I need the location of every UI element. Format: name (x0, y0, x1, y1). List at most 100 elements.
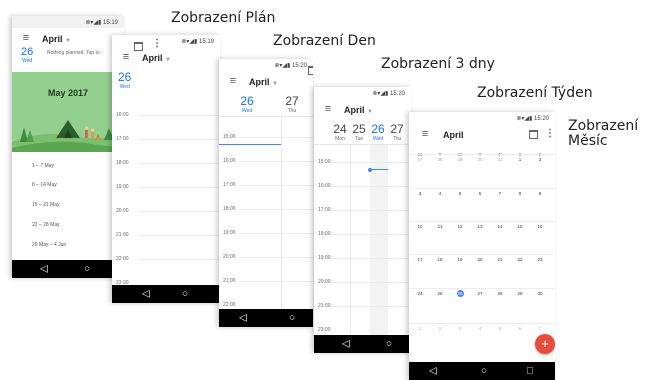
month-day-cell[interactable]: 5 (452, 191, 468, 196)
month-day-cell[interactable]: 2 (532, 157, 548, 162)
day-number: 26 (118, 70, 132, 84)
grid-line (330, 258, 411, 259)
grid-line (239, 161, 313, 162)
month-day-cell[interactable]: 9 (532, 191, 548, 196)
month-day-cell[interactable]: 8 (512, 191, 528, 196)
month-day-cell[interactable]: 25 (432, 291, 448, 296)
day-header[interactable]: 26 Wed (118, 70, 132, 91)
month-day-cell[interactable]: 1 (512, 157, 528, 162)
month-title[interactable]: April ▼ (249, 77, 278, 87)
week-item[interactable]: 8 – 14 May (32, 182, 57, 188)
hamburger-menu-icon[interactable]: ≡ (318, 103, 338, 117)
top-bar: ≡ April ⋮ (409, 124, 555, 144)
day-column-header[interactable]: 26 Wed (370, 123, 386, 144)
day-column-header[interactable]: 26 Wed (237, 95, 257, 116)
back-button[interactable]: ◁ (40, 264, 48, 275)
month-day-cell[interactable]: 30 (472, 157, 488, 162)
month-day-cell[interactable]: 27 (412, 157, 428, 162)
month-day-cell[interactable]: 13 (472, 224, 488, 229)
month-title[interactable]: April (443, 130, 464, 140)
month-day-cell[interactable]: 23 (532, 257, 548, 262)
hamburger-menu-icon[interactable]: ≡ (223, 75, 243, 89)
month-day-cell[interactable]: 4 (472, 326, 488, 331)
month-day-cell[interactable]: 7 (492, 191, 508, 196)
day-column-header[interactable]: 25 Tue (351, 123, 367, 144)
month-day-cell[interactable]: 2 (432, 326, 448, 331)
month-day-cell[interactable]: 28 (492, 291, 508, 296)
month-day-cell[interactable]: 20 (472, 257, 488, 262)
calendar-today-icon[interactable] (134, 42, 143, 51)
month-day-cell[interactable]: 15 (512, 224, 528, 229)
grid-line (330, 210, 411, 211)
back-button[interactable]: ◁ (239, 313, 247, 324)
month-day-cell[interactable]: 10 (412, 224, 428, 229)
month-day-cell[interactable]: 6 (512, 326, 528, 331)
home-button[interactable]: ○ (182, 289, 188, 300)
week-item[interactable]: 29 May – 4 Jun (32, 242, 66, 248)
day-column-header[interactable]: 27 Thu (389, 123, 405, 144)
back-button[interactable]: ◁ (342, 339, 350, 350)
status-bar: ⊗▾◢▮ 15:20 (274, 63, 307, 69)
month-day-cell[interactable]: 19 (452, 257, 468, 262)
screen-week: ⊗▾◢▮ 15:20 ≡ April ▼ 24 Mon 25 Tue 26 We… (314, 87, 411, 353)
label-plan-view: Zobrazení Plán (171, 10, 276, 26)
more-vert-icon[interactable]: ⋮ (152, 38, 162, 50)
grid-line (239, 257, 313, 258)
month-day-cell[interactable]: 18 (432, 257, 448, 262)
month-day-cell[interactable]: 12 (452, 224, 468, 229)
grid-line (330, 234, 411, 235)
home-button[interactable]: ○ (289, 313, 295, 324)
month-day-cell[interactable]: 29 (512, 291, 528, 296)
grid-line (239, 233, 313, 234)
hour-label: 16:00 (116, 112, 129, 118)
hamburger-menu-icon[interactable]: ≡ (116, 51, 136, 65)
grid-line (239, 137, 313, 138)
month-day-cell[interactable]: 7 (532, 326, 548, 331)
month-day-cell[interactable]: 22 (512, 257, 528, 262)
back-button[interactable]: ◁ (142, 289, 150, 300)
more-vert-icon[interactable]: ⋮ (545, 128, 555, 140)
month-day-cell[interactable]: 17 (412, 257, 428, 262)
month-day-cell[interactable]: 28 (432, 157, 448, 162)
week-item[interactable]: 22 – 28 May (32, 222, 60, 228)
month-day-cell[interactable]: 29 (452, 157, 468, 162)
calendar-today-icon[interactable] (308, 66, 313, 75)
recent-apps-button[interactable]: □ (527, 366, 533, 377)
month-day-cell[interactable]: 14 (492, 224, 508, 229)
hour-label: 19:00 (116, 184, 129, 190)
hamburger-menu-icon[interactable]: ≡ (415, 128, 435, 142)
today-row[interactable]: 26 Wed Nothing planned. Tap to (12, 46, 124, 66)
month-day-cell[interactable]: 11 (432, 224, 448, 229)
hamburger-menu-icon[interactable]: ≡ (16, 32, 36, 46)
month-day-cell[interactable]: 4 (432, 191, 448, 196)
hour-label: 19:00 (223, 230, 236, 236)
home-button[interactable]: ○ (386, 339, 392, 350)
month-day-cell[interactable]: 3 (412, 191, 428, 196)
day-column-header[interactable]: 24 Mon (332, 123, 348, 144)
week-item[interactable]: 1 – 7 May (32, 163, 54, 169)
month-title[interactable]: April ▼ (344, 105, 373, 115)
add-event-button[interactable]: + (535, 334, 555, 354)
month-day-cell[interactable]: 1 (412, 326, 428, 331)
home-button[interactable]: ○ (84, 264, 90, 275)
calendar-today-icon[interactable] (529, 130, 538, 139)
month-day-cell[interactable]: 16 (532, 224, 548, 229)
month-day-cell[interactable]: 5 (492, 326, 508, 331)
day-column-header[interactable]: 27 Thu (282, 95, 302, 116)
month-day-cell[interactable]: 26 (452, 291, 468, 296)
month-day-cell[interactable]: 24 (412, 291, 428, 296)
month-title[interactable]: April ▼ (42, 34, 71, 44)
month-day-cell[interactable]: 31 (492, 157, 508, 162)
home-button[interactable]: ○ (481, 366, 487, 377)
top-bar: ≡ April ▼ (12, 28, 124, 48)
month-title[interactable]: April ▼ (142, 53, 171, 63)
month-day-cell[interactable]: 6 (472, 191, 488, 196)
day-number: 27 (285, 94, 299, 108)
month-day-cell[interactable]: 21 (492, 257, 508, 262)
month-day-cell[interactable]: 3 (452, 326, 468, 331)
back-button[interactable]: ◁ (429, 366, 437, 377)
month-day-cell[interactable]: 30 (532, 291, 548, 296)
month-day-cell[interactable]: 27 (472, 291, 488, 296)
week-item[interactable]: 15 – 21 May (32, 202, 60, 208)
hours-grid: 16:00 17:00 18:00 19:00 20:00 21:00 22:0… (112, 92, 220, 286)
